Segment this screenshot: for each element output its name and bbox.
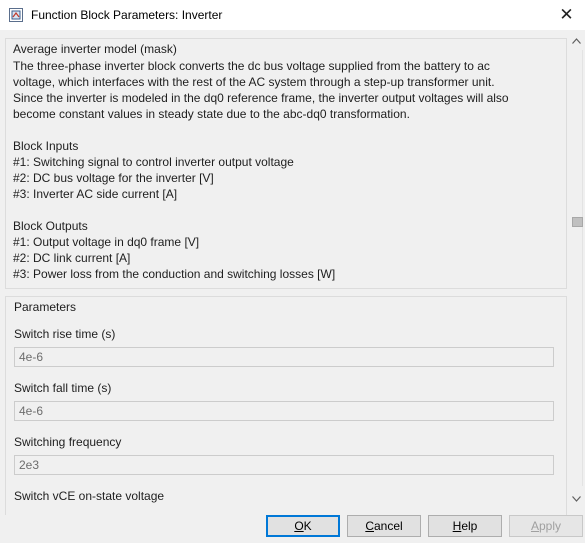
scroll-down-arrow-icon[interactable] <box>568 490 585 507</box>
description-line: Since the inverter is modeled in the dq0… <box>13 91 509 105</box>
simulink-block-icon <box>9 8 23 22</box>
scrollbar-thumb[interactable] <box>572 217 583 227</box>
description-title: Average inverter model (mask) <box>13 42 177 56</box>
help-button-label: elp <box>461 519 478 533</box>
output-item: #3: Power loss from the conduction and s… <box>13 267 336 281</box>
help-button[interactable]: Help <box>428 515 502 537</box>
ok-button-label: K <box>303 519 312 533</box>
switch-fall-time-label: Switch fall time (s) <box>14 381 112 395</box>
description-panel: Average inverter model (mask) The three-… <box>5 38 567 289</box>
description-line: The three-phase inverter block converts … <box>13 59 490 73</box>
switching-frequency-label: Switching frequency <box>14 435 122 449</box>
switch-fall-time-field[interactable]: 4e-6 <box>14 401 554 421</box>
switch-vce-on-state-voltage-label: Switch vCE on-state voltage <box>14 489 165 503</box>
window-title: Function Block Parameters: Inverter <box>31 8 223 22</box>
switching-frequency-field[interactable]: 2e3 <box>14 455 554 475</box>
switch-rise-time-field[interactable]: 4e-6 <box>14 347 554 367</box>
input-item: #3: Inverter AC side current [A] <box>13 187 178 201</box>
help-button-mnemonic: H <box>452 519 462 533</box>
ok-button-mnemonic: O <box>294 519 304 533</box>
switching-frequency-value: 2e3 <box>19 458 40 472</box>
ok-button[interactable]: OK <box>266 515 340 537</box>
vertical-scrollbar[interactable] <box>568 30 585 512</box>
scroll-up-arrow-icon[interactable] <box>568 32 585 49</box>
apply-button-mnemonic: A <box>530 519 539 533</box>
dialog-body: Average inverter model (mask) The three-… <box>0 30 585 543</box>
output-item: #2: DC link current [A] <box>13 251 131 265</box>
description-line: become constant values in steady state d… <box>13 107 410 121</box>
switch-rise-time-value: 4e-6 <box>19 350 44 364</box>
input-item: #1: Switching signal to control inverter… <box>13 155 294 169</box>
close-icon: ✕ <box>559 5 574 24</box>
block-inputs-heading: Block Inputs <box>13 139 79 153</box>
title-bar: Function Block Parameters: Inverter ✕ <box>0 0 585 30</box>
switch-rise-time-label: Switch rise time (s) <box>14 327 116 341</box>
output-item: #1: Output voltage in dq0 frame [V] <box>13 235 200 249</box>
apply-button-label: pply <box>539 519 562 533</box>
description-line: voltage, which interfaces with the rest … <box>13 75 495 89</box>
close-button[interactable]: ✕ <box>548 0 585 30</box>
scrollbar-track <box>582 50 583 486</box>
apply-button: Apply <box>509 515 583 537</box>
parameters-title: Parameters <box>14 300 77 314</box>
input-item: #2: DC bus voltage for the inverter [V] <box>13 171 214 185</box>
switch-fall-time-value: 4e-6 <box>19 404 44 418</box>
cancel-button-label: ancel <box>373 519 403 533</box>
block-outputs-heading: Block Outputs <box>13 219 88 233</box>
parameters-panel: Parameters Switch rise time (s) 4e-6 Swi… <box>5 296 567 515</box>
cancel-button[interactable]: Cancel <box>347 515 421 537</box>
cancel-button-mnemonic: C <box>365 519 374 533</box>
